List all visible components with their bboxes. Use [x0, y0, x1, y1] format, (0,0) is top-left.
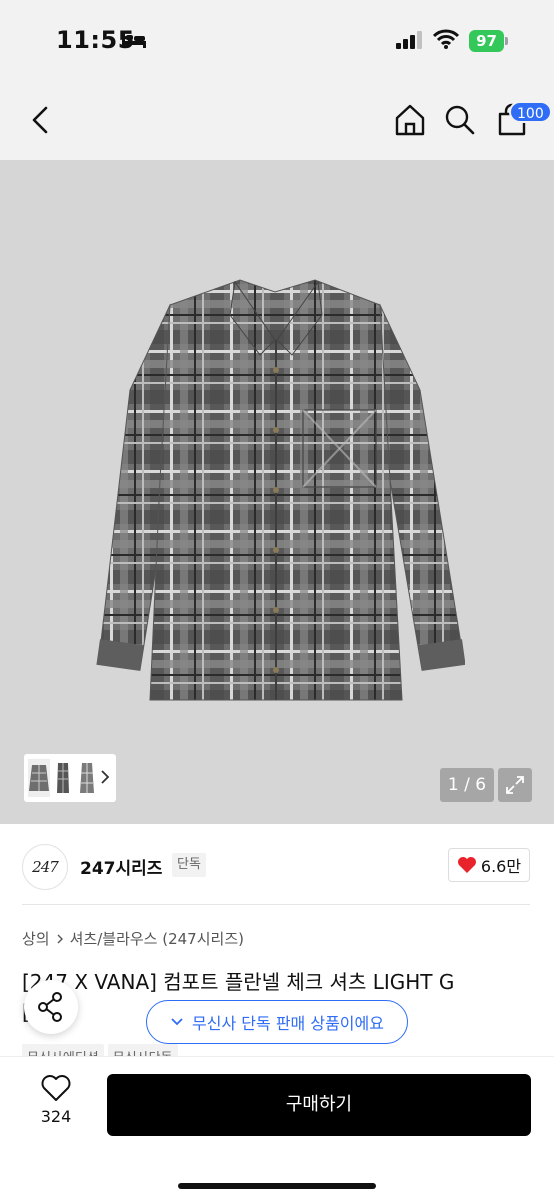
battery-cap: [505, 37, 508, 45]
thumbnail-image: [28, 759, 50, 797]
divider: [22, 904, 530, 905]
chevron-right-icon: [101, 770, 110, 784]
home-button[interactable]: [392, 102, 428, 138]
product-title: [247 X VANA] 컴포트 플란넬 체크 셔츠 LIGHT G: [22, 970, 455, 994]
wishlist-button[interactable]: 324: [30, 1073, 82, 1133]
brand-logo[interactable]: 247: [22, 844, 68, 890]
bed-icon: [122, 33, 146, 48]
breadcrumb-category-shirts[interactable]: 셔츠/블라우스 (247시리즈): [70, 928, 244, 949]
buy-button[interactable]: 구매하기: [107, 1074, 531, 1136]
share-button[interactable]: [24, 980, 78, 1034]
product-image-gallery[interactable]: 1 / 6: [0, 160, 554, 824]
breadcrumb-category-top[interactable]: 상의: [22, 928, 50, 949]
thumbnail-image: [76, 759, 98, 797]
image-page-counter: 1 / 6: [440, 768, 494, 802]
home-icon: [395, 104, 425, 136]
chevron-right-icon: [57, 934, 63, 943]
chevron-left-icon: [32, 106, 48, 134]
heart-filled-icon: [457, 857, 476, 873]
exclusive-badge: 단독: [172, 853, 206, 877]
top-nav-bar: [0, 80, 554, 160]
expand-image-button[interactable]: [498, 768, 532, 802]
wishlist-count: 324: [40, 1107, 72, 1126]
thumbnail-image: [52, 759, 74, 797]
expand-icon: [506, 776, 524, 794]
share-icon: [38, 992, 62, 1022]
status-bar: 11:55 97: [0, 0, 554, 80]
exclusive-sale-text: 무신사 단독 판매 상품이에요: [192, 1014, 384, 1033]
battery-level: 97: [469, 30, 504, 52]
search-button[interactable]: [442, 102, 478, 138]
back-button[interactable]: [24, 102, 58, 138]
heart-outline-icon: [41, 1075, 71, 1101]
breadcrumb: 상의 셔츠/블라우스 (247시리즈): [22, 928, 244, 949]
product-shirt-image: [96, 279, 465, 701]
cart-count-badge: 100: [509, 101, 552, 123]
brand-like-count: 6.6만: [480, 857, 522, 876]
brand-name-link[interactable]: 247시리즈: [80, 854, 162, 879]
chevron-down-icon: [171, 1018, 183, 1026]
battery-indicator: 97: [469, 30, 508, 52]
brand-row: 247 247시리즈 단독 6.6만: [0, 824, 554, 906]
bottom-action-bar: 324 구매하기: [0, 1056, 554, 1200]
exclusive-sale-notice[interactable]: 무신사 단독 판매 상품이에요: [146, 1000, 408, 1044]
search-icon: [445, 105, 475, 135]
thumbnail-strip[interactable]: [24, 754, 116, 802]
wifi-icon: [433, 29, 459, 49]
signal-icon: [396, 31, 422, 49]
brand-like-button[interactable]: 6.6만: [448, 848, 530, 882]
home-indicator: [178, 1183, 376, 1189]
